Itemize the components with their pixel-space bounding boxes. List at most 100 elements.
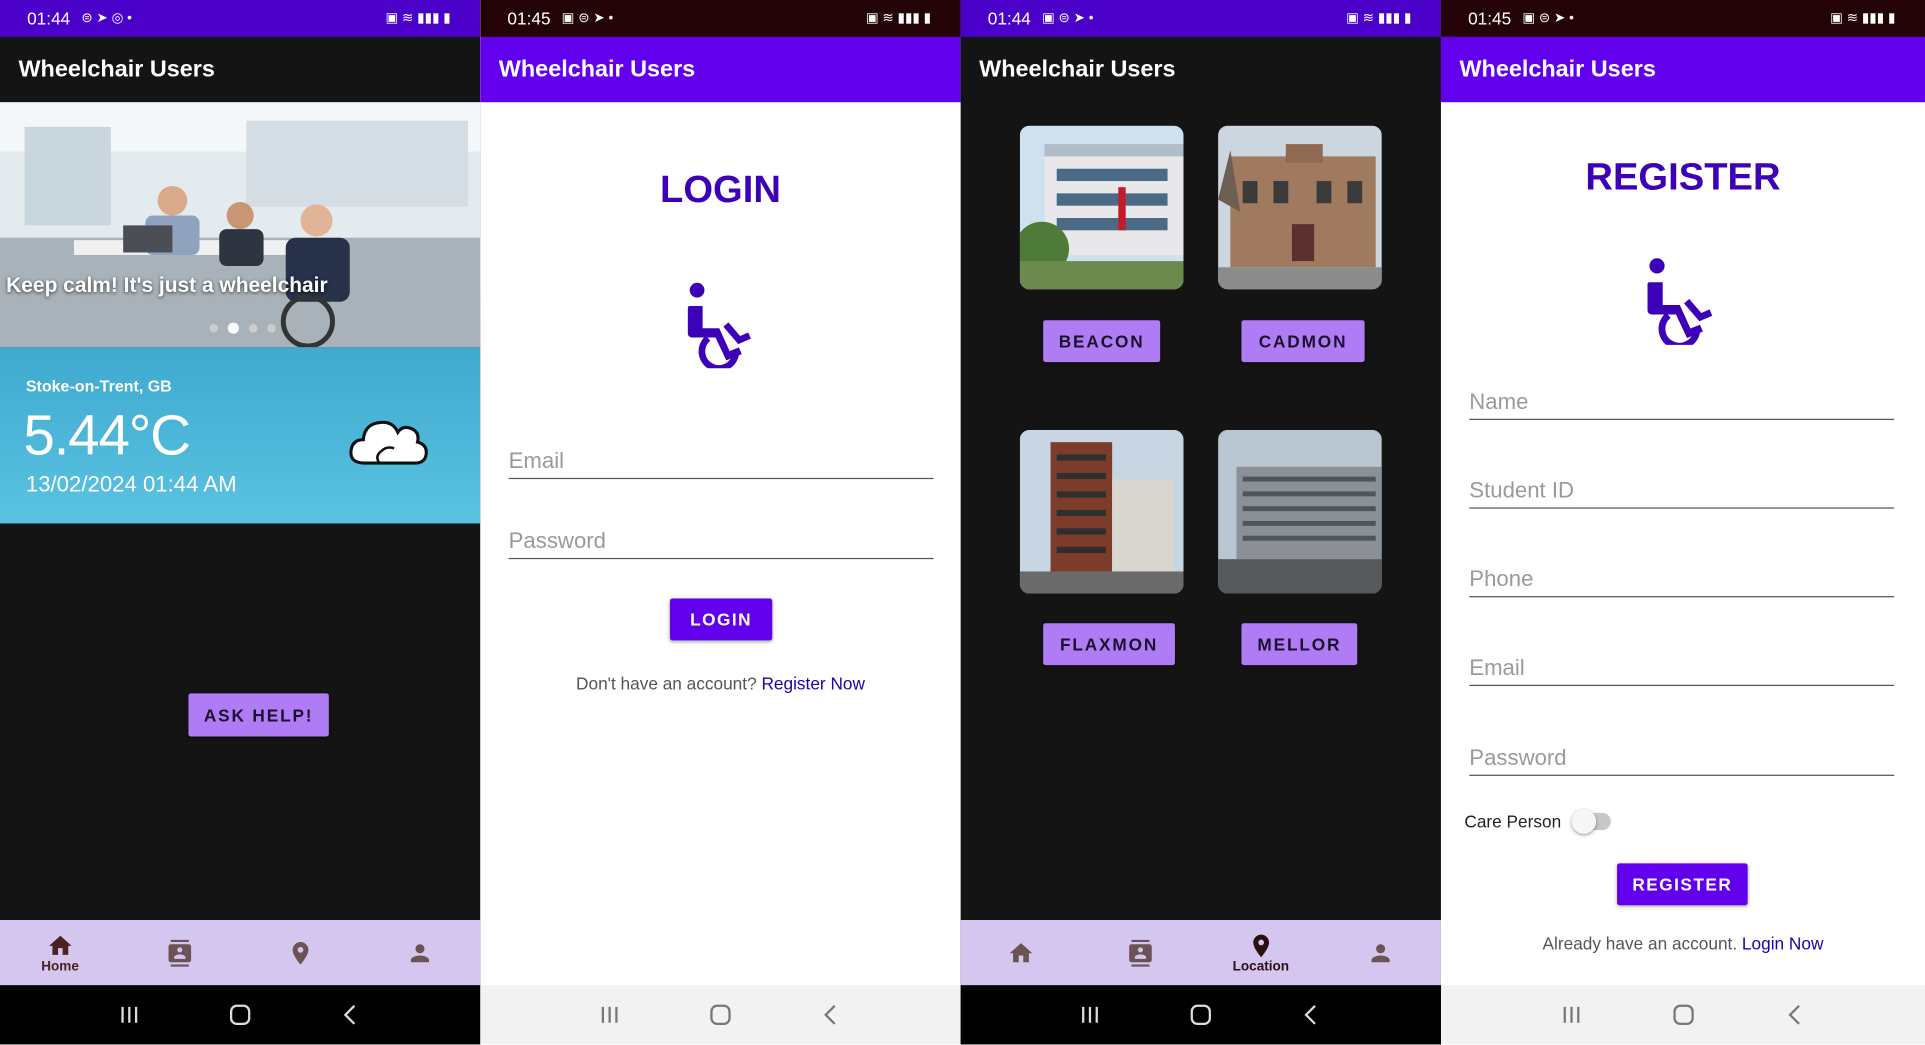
nav-home-label: Home xyxy=(41,958,79,974)
system-nav-bar xyxy=(1440,985,1925,1045)
login-screen: 01:45 ▣ ⊜ ➤ • ▣ ≋ ▮▮▮ ▮ Wheelchair Users… xyxy=(480,0,961,1045)
care-person-label: Care Person xyxy=(1464,811,1562,832)
location-button-flaxmon[interactable]: FLAXMON xyxy=(1043,623,1175,666)
nav-home[interactable] xyxy=(961,920,1081,985)
status-time: 01:44 xyxy=(27,8,71,29)
login-prompt: Already have an account. Login Now xyxy=(1441,934,1925,954)
register-prompt: Don't have an account? Register Now xyxy=(480,674,960,694)
contacts-icon xyxy=(1129,939,1153,967)
recent-apps-icon[interactable] xyxy=(1557,1001,1584,1028)
app-bar: Wheelchair Users xyxy=(960,36,1441,103)
app-title: Wheelchair Users xyxy=(498,56,696,82)
back-icon[interactable] xyxy=(818,1001,845,1028)
weather-datetime: 13/02/2024 01:44 AM xyxy=(25,471,237,497)
carousel-dot-active[interactable] xyxy=(227,322,239,334)
signal-battery-icons: ▣ ≋ ▮▮▮ ▮ xyxy=(1830,10,1896,26)
home-button-icon[interactable] xyxy=(227,1001,254,1028)
nav-location[interactable]: Location xyxy=(1201,920,1321,985)
carousel-dot[interactable] xyxy=(267,323,276,333)
student-id-field[interactable]: Student ID xyxy=(1469,477,1895,509)
register-prompt-text: Don't have an account? xyxy=(576,673,757,694)
app-bar: Wheelchair Users xyxy=(1440,36,1925,103)
weather-city: Stoke-on-Trent, GB xyxy=(25,376,172,396)
status-bar: 01:45 ▣ ⊜ ➤ • ▣ ≋ ▮▮▮ ▮ xyxy=(480,0,961,37)
mellor-building-image[interactable] xyxy=(1218,429,1382,594)
app-title: Wheelchair Users xyxy=(18,56,215,82)
nav-contacts[interactable] xyxy=(1081,920,1201,985)
home-button-icon[interactable] xyxy=(707,1001,734,1028)
back-icon[interactable] xyxy=(1298,1001,1325,1028)
back-icon[interactable] xyxy=(1782,1001,1809,1028)
beacon-building-image[interactable] xyxy=(1019,125,1184,290)
notification-icons: ▣ ⊜ ➤ • xyxy=(1522,10,1574,26)
notification-icons: ⊜ ➤ ◎ • xyxy=(81,10,132,26)
signal-battery-icons: ▣ ≋ ▮▮▮ ▮ xyxy=(865,10,932,26)
nav-profile[interactable] xyxy=(360,920,480,985)
recent-apps-icon[interactable] xyxy=(596,1001,623,1028)
app-bar: Wheelchair Users xyxy=(0,36,481,103)
person-icon xyxy=(1371,943,1390,962)
carousel-dots xyxy=(209,322,276,334)
location-screen: 01:44 ▣ ⊜ ➤ • ▣ ≋ ▮▮▮ ▮ Wheelchair Users… xyxy=(960,0,1441,1045)
nav-profile[interactable] xyxy=(1321,920,1441,985)
home-icon xyxy=(1009,942,1032,962)
register-now-link[interactable]: Register Now xyxy=(761,674,864,694)
toggle-knob xyxy=(1571,809,1596,834)
status-time: 01:45 xyxy=(1468,8,1512,29)
ask-help-button[interactable]: ASK HELP! xyxy=(188,693,329,737)
status-bar: 01:44 ▣ ⊜ ➤ • ▣ ≋ ▮▮▮ ▮ xyxy=(960,0,1441,37)
home-button-icon[interactable] xyxy=(1187,1001,1214,1028)
wheelchair-icon xyxy=(1647,258,1713,345)
home-screen: 01:44 ⊜ ➤ ◎ • ▣ ≋ ▮▮▮ ▮ Wheelchair Users xyxy=(0,0,481,1045)
carousel-dot[interactable] xyxy=(209,323,218,333)
signal-battery-icons: ▣ ≋ ▮▮▮ ▮ xyxy=(385,10,451,26)
location-button-beacon[interactable]: BEACON xyxy=(1043,320,1161,363)
weather-temperature: 5.44°C xyxy=(23,402,191,467)
bottom-navigation: Location xyxy=(960,920,1441,986)
flaxmon-building-image[interactable] xyxy=(1019,429,1184,594)
nav-contacts[interactable] xyxy=(120,920,240,985)
back-icon[interactable] xyxy=(337,1001,364,1028)
notification-icons: ▣ ⊜ ➤ • xyxy=(1041,10,1094,26)
phone-field[interactable]: Phone xyxy=(1469,565,1895,598)
login-now-link[interactable]: Login Now xyxy=(1742,934,1823,954)
login-button[interactable]: LOGIN xyxy=(669,598,773,641)
cloud-icon xyxy=(349,420,428,465)
register-screen: 01:45 ▣ ⊜ ➤ • ▣ ≋ ▮▮▮ ▮ Wheelchair Users… xyxy=(1440,0,1925,1045)
app-bar: Wheelchair Users xyxy=(480,36,961,103)
signal-battery-icons: ▣ ≋ ▮▮▮ ▮ xyxy=(1346,10,1412,26)
nav-home[interactable]: Home xyxy=(0,920,120,985)
care-person-toggle[interactable] xyxy=(1571,809,1611,834)
recent-apps-icon[interactable] xyxy=(1076,1001,1103,1028)
hero-caption: Keep calm! It's just a wheelchair xyxy=(6,273,328,297)
login-prompt-text: Already have an account. xyxy=(1542,933,1738,954)
password-field[interactable]: Password xyxy=(1469,744,1895,776)
name-field[interactable]: Name xyxy=(1469,388,1895,420)
contacts-icon xyxy=(168,939,192,967)
home-button-icon[interactable] xyxy=(1669,1001,1696,1028)
cadmon-building-image[interactable] xyxy=(1218,125,1382,290)
password-field[interactable]: Password xyxy=(508,527,934,560)
office-photo xyxy=(0,102,481,348)
status-bar: 01:45 ▣ ⊜ ➤ • ▣ ≋ ▮▮▮ ▮ xyxy=(1440,0,1925,37)
weather-card: Stoke-on-Trent, GB 5.44°C 13/02/2024 01:… xyxy=(0,347,481,524)
recent-apps-icon[interactable] xyxy=(116,1001,143,1028)
system-nav-bar xyxy=(0,985,481,1045)
notification-icons: ▣ ⊜ ➤ • xyxy=(561,10,614,26)
hero-carousel[interactable]: Keep calm! It's just a wheelchair xyxy=(0,102,481,348)
register-button[interactable]: REGISTER xyxy=(1617,863,1748,906)
nav-location-label: Location xyxy=(1232,958,1290,974)
email-field[interactable]: Email xyxy=(1469,654,1895,687)
status-time: 01:44 xyxy=(987,8,1031,29)
bottom-navigation: Home xyxy=(0,920,481,986)
person-icon xyxy=(411,943,430,962)
location-button-cadmon[interactable]: CADMON xyxy=(1241,320,1365,363)
nav-location[interactable] xyxy=(240,920,360,985)
location-pin-icon xyxy=(292,941,309,964)
email-field[interactable]: Email xyxy=(508,447,934,480)
carousel-dot[interactable] xyxy=(248,323,258,333)
location-pin-icon xyxy=(1252,933,1269,957)
screens-collage: 01:44 ⊜ ➤ ◎ • ▣ ≋ ▮▮▮ ▮ Wheelchair Users xyxy=(0,0,1925,1045)
status-bar: 01:44 ⊜ ➤ ◎ • ▣ ≋ ▮▮▮ ▮ xyxy=(0,0,481,37)
location-button-mellor[interactable]: MELLOR xyxy=(1241,623,1358,666)
